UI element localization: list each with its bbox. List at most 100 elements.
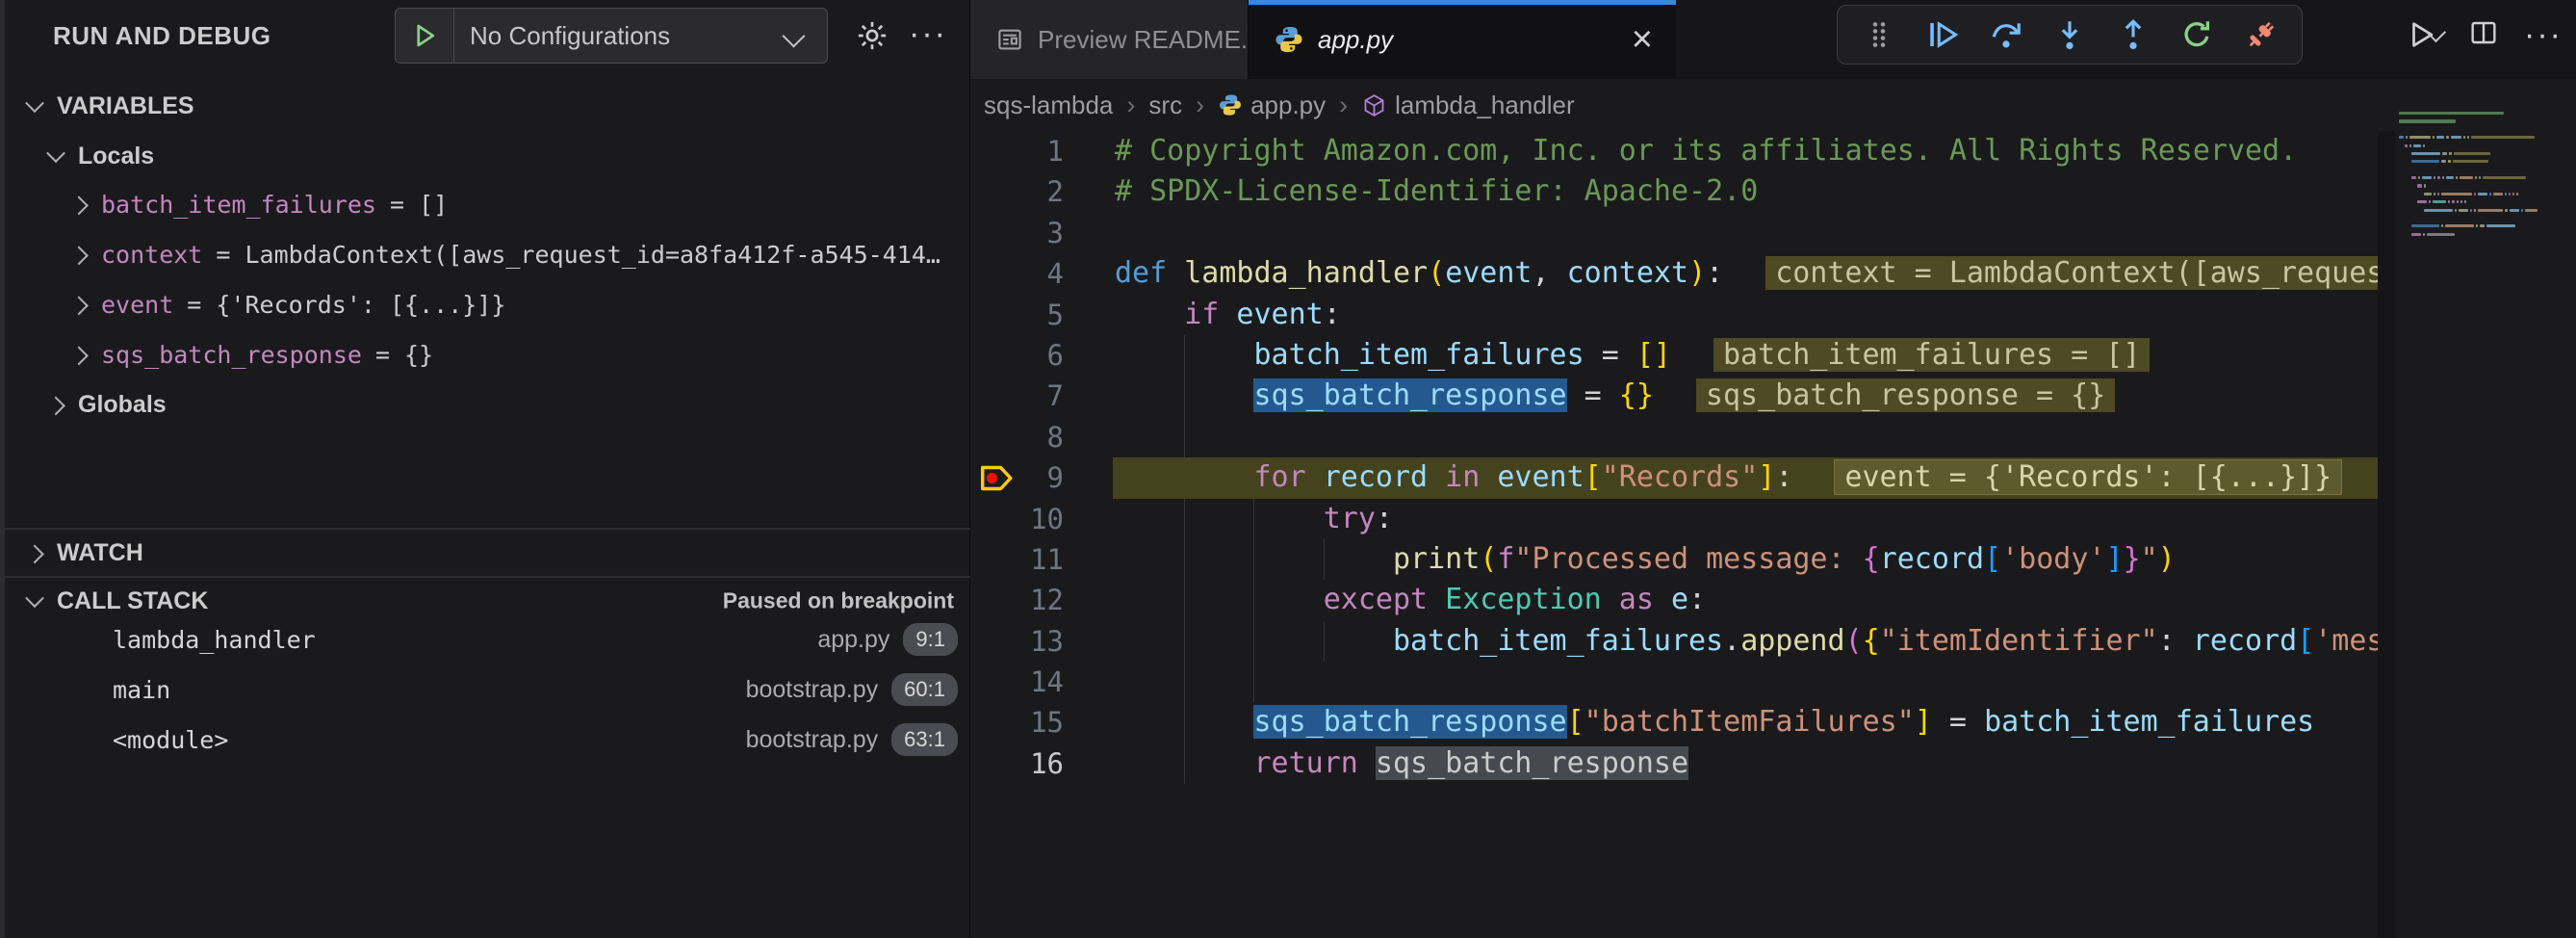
code-editor[interactable]: 1# Copyright Amazon.com, Inc. or its aff…	[970, 131, 2378, 938]
token: (	[1845, 624, 1863, 658]
disconnect-icon[interactable]	[2232, 10, 2288, 60]
token: batch_item_failures	[1393, 624, 1723, 658]
code-line[interactable]: 4def lambda_handler(event, context):cont…	[970, 253, 2378, 294]
step-over-icon[interactable]	[1978, 10, 2034, 60]
variable-row[interactable]: context = LambdaContext([aws_request_id=…	[5, 233, 975, 275]
line-number[interactable]: 2	[970, 171, 1064, 212]
code-line[interactable]: 11print(f"Processed message: {record['bo…	[970, 539, 2378, 580]
code-line[interactable]: 10try:	[970, 499, 2378, 539]
continue-icon[interactable]	[1915, 10, 1971, 60]
code-line[interactable]: 5if event:	[970, 295, 2378, 335]
globals-group[interactable]: Globals	[5, 383, 975, 426]
token	[1219, 298, 1236, 331]
inline-debug-value: event = {'Records': [{...}]}	[1835, 460, 2341, 494]
locals-group[interactable]: Locals	[5, 135, 975, 177]
token: # SPDX-License-Identifier: Apache-2.0	[1115, 174, 1758, 208]
tab-app-py[interactable]: app.py ×	[1249, 0, 1676, 79]
line-number[interactable]: 11	[970, 539, 1064, 580]
line-number[interactable]: 7	[970, 376, 1064, 416]
code-line[interactable]: 14	[970, 662, 2378, 702]
python-icon	[1274, 24, 1304, 55]
code-lines: 1# Copyright Amazon.com, Inc. or its aff…	[970, 131, 2378, 784]
step-out-icon[interactable]	[2105, 10, 2161, 60]
line-number[interactable]: 4	[970, 253, 1064, 294]
minimap-line	[2399, 176, 2574, 179]
code-line[interactable]: 7sqs_batch_response = {}sqs_batch_respon…	[970, 376, 2378, 416]
restart-icon[interactable]	[2169, 10, 2225, 60]
line-number[interactable]: 8	[970, 417, 1064, 457]
run-python-file-icon[interactable]	[2406, 18, 2443, 51]
code-line[interactable]: 12except Exception as e:	[970, 580, 2378, 620]
split-editor-icon[interactable]	[2468, 17, 2499, 53]
chevron-down-icon	[25, 588, 44, 608]
breadcrumb-item[interactable]: src	[1148, 91, 1182, 120]
tab-preview-readme[interactable]: Preview README.md	[970, 0, 1249, 79]
line-number[interactable]: 6	[970, 335, 1064, 376]
gripper-icon[interactable]	[1851, 10, 1907, 60]
token: "Records"	[1602, 460, 1759, 494]
line-number[interactable]: 1	[970, 131, 1064, 171]
token: :	[1376, 502, 1393, 535]
breadcrumb-item[interactable]: lambda_handler	[1361, 91, 1574, 120]
frame-file: app.py	[817, 626, 889, 654]
token	[1602, 583, 1619, 616]
token: event	[1497, 460, 1584, 494]
line-number[interactable]: 10	[970, 499, 1064, 539]
minimap[interactable]	[2399, 112, 2574, 256]
minimap-line	[2399, 224, 2574, 227]
variable-row[interactable]: event = {'Records': [{...}]}	[5, 283, 975, 326]
code-line[interactable]: 15sqs_batch_response["batchItemFailures"…	[970, 702, 2378, 743]
call-stack-section-header[interactable]: CALL STACK Paused on breakpoint	[5, 580, 975, 622]
gear-icon[interactable]	[848, 12, 896, 60]
token: Exception	[1445, 583, 1602, 616]
token: "batchItemFailures"	[1584, 705, 1915, 739]
more-actions-icon[interactable]: ···	[2524, 16, 2563, 54]
watch-section-header[interactable]: WATCH	[5, 532, 975, 574]
code-line[interactable]: 16 return sqs_batch_response	[970, 743, 2378, 784]
stack-frame-row[interactable]: <module> bootstrap.py 63:1	[5, 717, 975, 762]
minimap-line	[2399, 217, 2574, 220]
stack-frame-row[interactable]: main bootstrap.py 60:1	[5, 667, 975, 712]
variable-row[interactable]: batch_item_failures = []	[5, 183, 975, 225]
token: [	[2297, 624, 2314, 658]
line-number[interactable]: 3	[970, 213, 1064, 253]
line-number[interactable]: 15	[970, 702, 1064, 743]
step-into-icon[interactable]	[2042, 10, 2098, 60]
token: )	[2158, 542, 2176, 576]
start-debug-icon[interactable]	[396, 9, 454, 63]
variable-row[interactable]: sqs_batch_response = {}	[5, 333, 975, 376]
line-number[interactable]: 9	[970, 457, 1064, 498]
minimap-line	[2399, 169, 2574, 171]
code-line[interactable]: 9for record in event["Records"]:event = …	[970, 457, 2378, 498]
variable-name: sqs_batch_response	[101, 341, 362, 369]
token: {	[1863, 624, 1880, 658]
line-number[interactable]: 16	[970, 743, 1064, 784]
token: =	[1567, 378, 1619, 412]
token: sqs_batch_response	[1253, 705, 1566, 739]
code-line[interactable]: 2 # SPDX-License-Identifier: Apache-2.0	[970, 171, 2378, 212]
close-icon[interactable]: ×	[1632, 21, 1653, 58]
variables-section-header[interactable]: VARIABLES	[5, 85, 975, 127]
more-actions-icon[interactable]: ···	[902, 10, 954, 58]
minimap-line	[2399, 144, 2574, 147]
line-number[interactable]: 13	[970, 621, 1064, 662]
breadcrumb-item[interactable]: sqs-lambda	[984, 91, 1113, 120]
chevron-down-icon	[782, 24, 805, 47]
code-line[interactable]: 8	[970, 417, 2378, 457]
token	[1654, 583, 1671, 616]
code-line[interactable]: 1# Copyright Amazon.com, Inc. or its aff…	[970, 131, 2378, 171]
frame-file: bootstrap.py	[746, 676, 879, 704]
line-number[interactable]: 5	[970, 295, 1064, 335]
stack-frame-row[interactable]: lambda_handler app.py 9:1	[5, 617, 975, 662]
variable-name: batch_item_failures	[101, 191, 376, 219]
minimap-line	[2399, 209, 2574, 212]
code-text: return sqs_batch_response	[1115, 743, 1688, 784]
breadcrumb-item[interactable]: app.py	[1218, 91, 1326, 120]
code-line[interactable]: 3	[970, 213, 2378, 253]
line-number[interactable]: 14	[970, 662, 1064, 702]
line-number[interactable]: 12	[970, 580, 1064, 620]
launch-config-dropdown[interactable]: No Configurations	[395, 8, 828, 64]
token: ,	[1533, 256, 1567, 290]
code-line[interactable]: 6batch_item_failures = []batch_item_fail…	[970, 335, 2378, 376]
code-line[interactable]: 13batch_item_failures.append({"itemIdent…	[970, 621, 2378, 662]
